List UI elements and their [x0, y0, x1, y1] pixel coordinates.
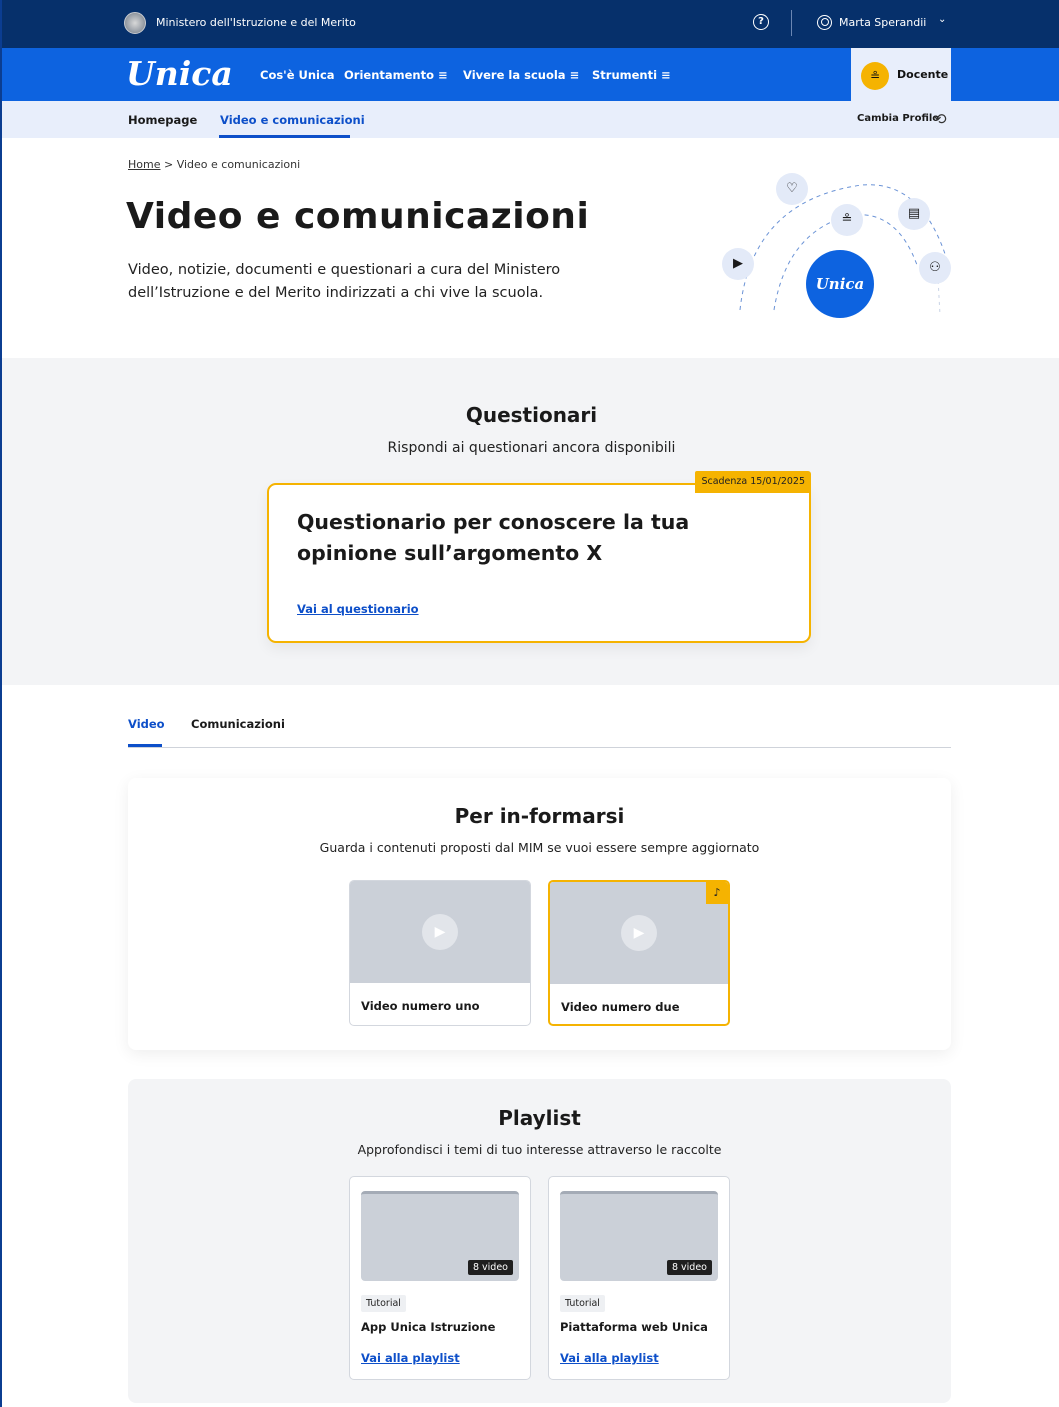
- tab-video[interactable]: Video: [128, 717, 165, 731]
- video-thumbnail[interactable]: ▶: [550, 882, 728, 984]
- profile-switch[interactable]: ≗ Docente: [851, 48, 951, 101]
- teacher-icon: ≗: [831, 204, 863, 236]
- video-title: Video numero due: [561, 1000, 680, 1014]
- questionnaire-card: Scadenza 15/01/2025 Questionario per con…: [267, 471, 811, 643]
- playlist-link[interactable]: Vai alla playlist: [560, 1351, 659, 1365]
- sub-nav: Homepage Video e comunicazioni Cambia Pr…: [2, 101, 1059, 138]
- profile-label: Docente: [897, 68, 949, 81]
- video-card[interactable]: ▶ ♪ Video numero due: [548, 880, 730, 1026]
- questionnaires-title: Questionari: [465, 403, 598, 427]
- playlist-title: Playlist: [498, 1106, 581, 1130]
- questionnaires-subtitle: Rispondi ai questionari ancora disponibi…: [387, 440, 676, 456]
- breadcrumb: Home > Video e comunicazioni: [128, 158, 300, 171]
- chevron-down-icon[interactable]: ⌄: [938, 14, 946, 25]
- playlist-name: Piattaforma web Unica: [560, 1320, 708, 1334]
- teacher-icon: ≗: [861, 62, 889, 90]
- informarsi-subtitle: Guarda i contenuti proposti dal MIM se v…: [319, 840, 760, 855]
- user-icon: [817, 15, 832, 30]
- video-count-badge: 8 video: [666, 1260, 712, 1275]
- playlist-card[interactable]: 8 video Tutorial Piattaforma web Unica V…: [548, 1176, 730, 1380]
- playlist-card[interactable]: 8 video Tutorial App Unica Istruzione Va…: [349, 1176, 531, 1380]
- play-icon[interactable]: ▶: [422, 914, 458, 950]
- playlist-thumbnail[interactable]: 8 video: [560, 1191, 718, 1281]
- playlist-subtitle: Approfondisci i temi di tuo interesse at…: [357, 1142, 722, 1157]
- breadcrumb-home[interactable]: Home: [128, 158, 160, 171]
- help-icon[interactable]: ?: [753, 14, 769, 30]
- tab-comunicazioni[interactable]: Comunicazioni: [191, 717, 285, 731]
- playlist-tag: Tutorial: [361, 1295, 406, 1312]
- video-card[interactable]: ▶ Video numero uno: [349, 880, 531, 1026]
- video-thumbnail[interactable]: ▶: [350, 881, 530, 983]
- heart-shield-icon: ♡: [776, 173, 808, 205]
- questionnaires-section: Questionari Rispondi ai questionari anco…: [2, 358, 1059, 685]
- nav-item-cos-e-unica[interactable]: Cos'è Unica: [260, 68, 335, 82]
- switch-profile-icon[interactable]: ⟲: [934, 110, 947, 128]
- unica-badge: Unica: [806, 250, 874, 318]
- nav-item-vivere-la-scuola[interactable]: Vivere la scuola ≡: [463, 68, 579, 82]
- content-tabs: Video Comunicazioni: [128, 711, 951, 748]
- play-icon[interactable]: ▶: [621, 915, 657, 951]
- topbar-divider: [791, 10, 792, 36]
- nav-item-strumenti[interactable]: Strumenti ≡: [592, 68, 671, 82]
- playlist-section: Playlist Approfondisci i temi di tuo int…: [128, 1079, 951, 1403]
- breadcrumb-separator: >: [163, 158, 174, 171]
- top-bar: Ministero dell'Istruzione e del Merito ?…: [2, 0, 1059, 48]
- main-nav: Unica Cos'è Unica Orientamento ≡ Vivere …: [2, 48, 1059, 101]
- unica-logo[interactable]: Unica: [126, 54, 233, 93]
- subnav-active-indicator: [219, 135, 350, 138]
- breadcrumb-current: Video e comunicazioni: [176, 158, 301, 171]
- users-icon: ⚇: [919, 252, 951, 284]
- subnav-item-video-comunicazioni[interactable]: Video e comunicazioni: [220, 113, 365, 127]
- notification-bell-icon: ♪: [706, 882, 728, 904]
- ministry-name[interactable]: Ministero dell'Istruzione e del Merito: [156, 16, 356, 29]
- user-name[interactable]: Marta Sperandii: [839, 16, 926, 29]
- video-count-badge: 8 video: [467, 1260, 513, 1275]
- republic-emblem-icon: [124, 12, 146, 34]
- questionnaire-title: Questionario per conoscere la tua opinio…: [297, 510, 690, 565]
- video-title: Video numero uno: [361, 999, 480, 1013]
- playlist-name: App Unica Istruzione: [361, 1320, 496, 1334]
- playlist-tag: Tutorial: [560, 1295, 605, 1312]
- change-profile-link[interactable]: Cambia Profilo: [857, 113, 939, 124]
- page-description: Video, notizie, documenti e questionari …: [128, 262, 561, 301]
- deadline-badge: Scadenza 15/01/2025: [695, 471, 811, 493]
- hero-illustration: ♡ ≗ ▤ ▶ ⚇ Unica: [702, 160, 962, 330]
- informarsi-section: Per in-formarsi Guarda i contenuti propo…: [128, 778, 951, 1050]
- playlist-thumbnail[interactable]: 8 video: [361, 1191, 519, 1281]
- subnav-item-homepage[interactable]: Homepage: [128, 113, 197, 127]
- play-icon: ▶: [722, 248, 754, 280]
- page-title: Video e comunicazioni: [126, 196, 590, 237]
- playlist-link[interactable]: Vai alla playlist: [361, 1351, 460, 1365]
- informarsi-title: Per in-formarsi: [454, 804, 625, 828]
- tab-active-indicator: [128, 744, 162, 747]
- calendar-icon: ▤: [898, 198, 930, 230]
- questionnaire-link[interactable]: Vai al questionario: [297, 602, 419, 616]
- nav-item-orientamento[interactable]: Orientamento ≡: [344, 68, 448, 82]
